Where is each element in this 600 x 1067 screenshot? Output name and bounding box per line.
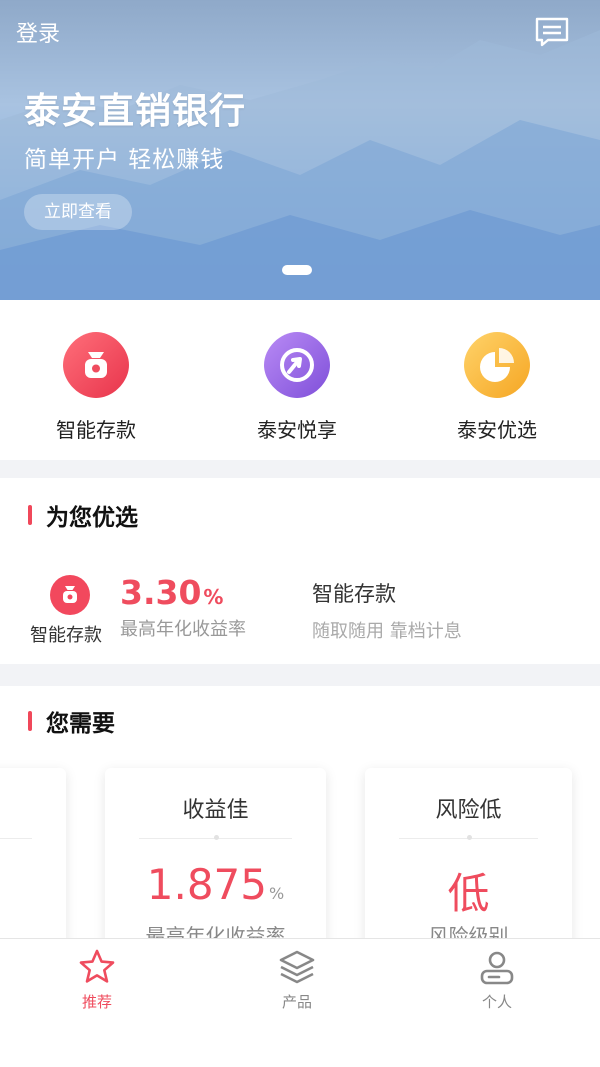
card-value: 1.875% [146,860,285,909]
quick-entry-taian-youxuan[interactable]: 泰安优选 [407,330,587,443]
quick-entries: 智能存款 泰安悦享 泰安优选 [0,300,600,460]
star-icon [79,949,115,983]
tab-products[interactable]: 产品 [237,947,357,1012]
section-title: 为您优选 [46,505,138,531]
rising-arrow-icon [264,332,330,398]
layers-icon [279,950,315,984]
quick-entry-taian-yuexiang[interactable]: 泰安悦享 [207,330,387,443]
quick-entry-smart-deposit[interactable]: 智能存款 [6,330,186,443]
card-label: 风险级别 [428,924,509,940]
section-divider [0,460,600,478]
tab-label: 个人 [481,993,512,1011]
card-title: 收益佳 [182,798,249,823]
card-value: 低 [447,869,490,918]
money-bag-icon [63,332,129,398]
tab-recommend[interactable]: 推荐 [37,947,157,1012]
section-divider [0,664,600,686]
needs-section: 您需要 收益佳 1.875% 最高年化收益率 风险低 低 风险级别 [0,686,600,940]
message-icon[interactable] [534,16,570,48]
annual-rate: 3.30% [120,573,224,612]
banner-subtitle: 简单开户 轻松赚钱 [24,147,225,173]
tab-label: 产品 [281,993,312,1011]
hero-banner[interactable]: 登录 泰安直销银行 简单开户 轻松赚钱 立即查看 [0,0,600,300]
card-title: 风险低 [435,798,502,823]
section-accent-bar [28,711,32,731]
product-icon-label: 智能存款 [30,625,102,646]
pie-chart-icon [464,332,530,398]
person-icon [480,951,514,985]
bottom-tab-bar: 推荐 产品 个人 [0,938,600,1067]
section-accent-bar [28,505,32,525]
quick-entry-label: 泰安悦享 [257,418,337,442]
rate-label: 最高年化收益率 [120,619,246,640]
need-card-low-risk[interactable]: 风险低 低 风险级别 [365,768,572,940]
view-now-button[interactable]: 立即查看 [24,194,132,230]
product-name: 智能存款 [312,582,396,606]
card-divider [139,835,292,840]
card-divider [399,835,538,840]
recommend-section[interactable]: 为您优选 智能存款 3.30% 最高年化收益率 智能存款 随取随用 靠档计息 [0,478,600,664]
section-title: 您需要 [46,711,115,737]
section-header: 为您优选 [28,498,138,532]
need-card-partial[interactable] [0,768,66,940]
card-divider [0,838,32,839]
banner-title: 泰安直销银行 [24,91,247,132]
quick-entry-label: 智能存款 [56,418,136,442]
product-description: 随取随用 靠档计息 [312,621,462,642]
section-header: 您需要 [28,704,115,738]
card-label: 最高年化收益率 [145,924,286,940]
login-link[interactable]: 登录 [16,16,60,48]
money-bag-icon [50,575,90,615]
quick-entry-label: 泰安优选 [457,418,537,442]
tab-personal[interactable]: 个人 [437,947,557,1012]
carousel-indicator [282,265,312,275]
need-card-high-return[interactable]: 收益佳 1.875% 最高年化收益率 [105,768,326,940]
tab-label: 推荐 [81,993,112,1011]
